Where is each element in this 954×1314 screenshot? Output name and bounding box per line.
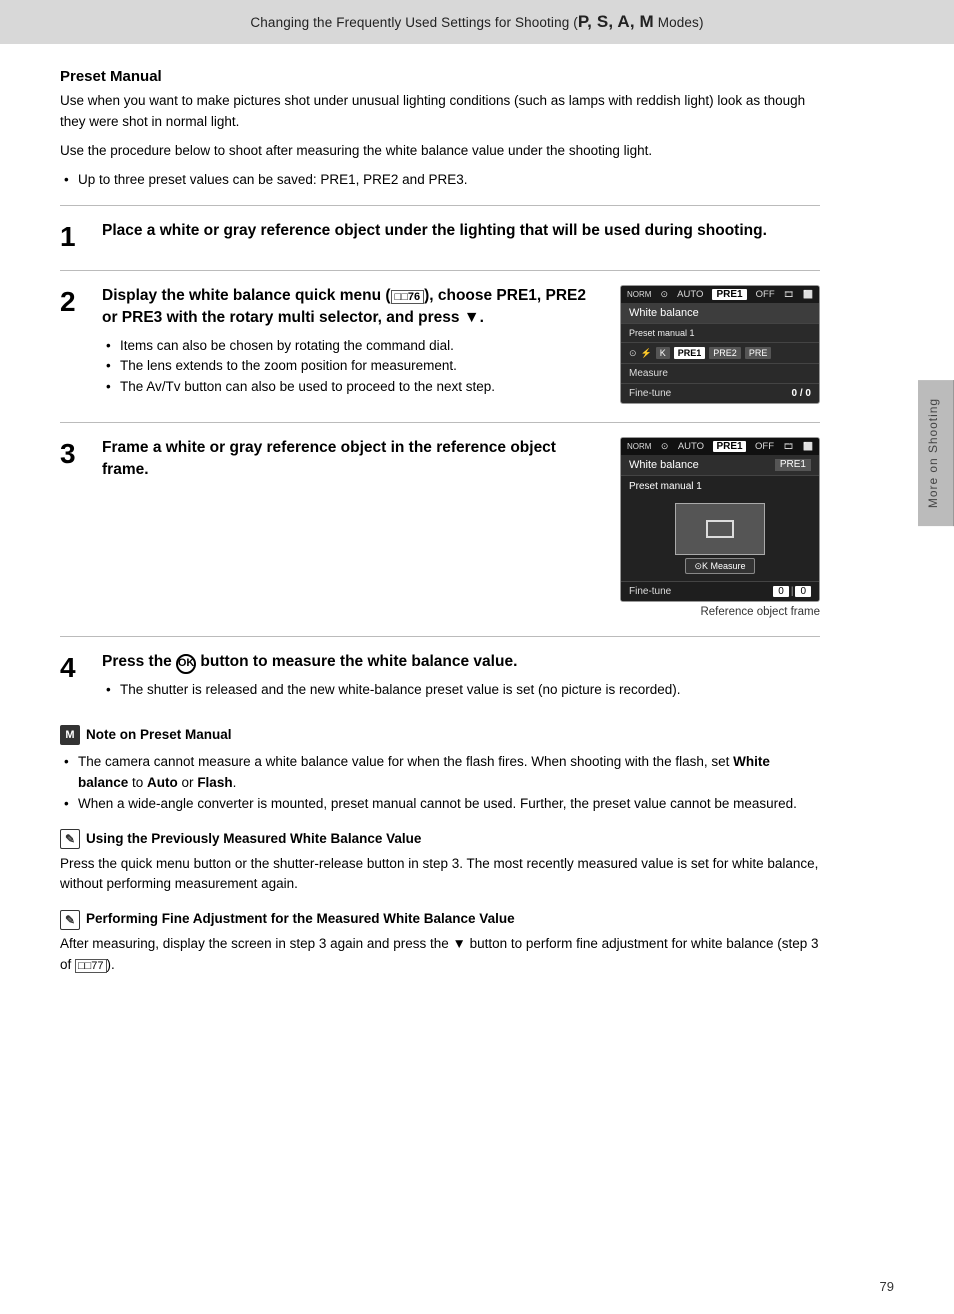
step-4-number: 4 <box>60 651 88 684</box>
section-bullets: Up to three preset values can be saved: … <box>60 170 820 191</box>
divider-4 <box>60 636 820 637</box>
step-4-bullet-1: The shutter is released and the new whit… <box>102 680 820 701</box>
page-number: 79 <box>880 1279 894 1294</box>
tip-using-title: Using the Previously Measured White Bala… <box>86 829 421 850</box>
cam-finetune-row: Fine-tune 0 / 0 <box>621 383 819 403</box>
step-3-title: Frame a white or gray reference object i… <box>102 437 600 480</box>
cam-pre3-option: PRE <box>745 347 772 359</box>
step-3-number: 3 <box>60 437 88 470</box>
step-3: 3 Frame a white or gray reference object… <box>60 437 820 618</box>
step-4-bullets: The shutter is released and the new whit… <box>102 680 820 701</box>
tip-using: ✎ Using the Previously Measured White Ba… <box>60 829 820 896</box>
bullet-item: Up to three preset values can be saved: … <box>60 170 820 191</box>
step-2-title: Display the white balance quick menu (□□… <box>102 285 600 329</box>
cam2-reference-frame <box>675 503 765 555</box>
step-2-with-image: Display the white balance quick menu (□□… <box>102 285 820 404</box>
step-2-content: Display the white balance quick menu (□□… <box>102 285 820 404</box>
cam-k-option: K <box>656 347 670 359</box>
step-2: 2 Display the white balance quick menu (… <box>60 285 820 404</box>
step-3-with-image: Frame a white or gray reference object i… <box>102 437 820 618</box>
section-intro2: Use the procedure below to shoot after m… <box>60 141 820 162</box>
note-preset-bullet-1: The camera cannot measure a white balanc… <box>60 752 820 794</box>
cam-menu-title-step2: White balance <box>621 303 819 323</box>
step-4-content: Press the OK button to measure the white… <box>102 651 820 706</box>
note-preset-bullet-2: When a wide-angle converter is mounted, … <box>60 794 820 815</box>
step-2-bullets: Items can also be chosen by rotating the… <box>102 336 600 399</box>
step-3-text: Frame a white or gray reference object i… <box>102 437 600 486</box>
cam-bottom-rows-step2: Measure Fine-tune 0 / 0 <box>621 363 819 403</box>
tip-using-text: Press the quick menu button or the shutt… <box>60 854 820 896</box>
tip-fine-title: Performing Fine Adjustment for the Measu… <box>86 909 515 930</box>
cam-pre2-option: PRE2 <box>709 347 741 359</box>
note-preset-manual: M Note on Preset Manual The camera canno… <box>60 725 820 815</box>
cam2-inner-frame <box>706 520 734 538</box>
cam2-menu-title: White balance PRE1 <box>621 455 819 475</box>
cam-preset-row-step2: Preset manual 1 <box>621 323 819 342</box>
main-content: Preset Manual Use when you want to make … <box>0 44 880 1030</box>
step-3-content: Frame a white or gray reference object i… <box>102 437 820 618</box>
step-2-bullet-2: The lens extends to the zoom position fo… <box>102 356 600 377</box>
cam2-top: NORM ⊙ AUTO PRE1 OFF 🎞 ⬜ <box>621 438 819 455</box>
note-preset-bullets: The camera cannot measure a white balanc… <box>60 752 820 815</box>
divider-3 <box>60 422 820 423</box>
cam2-finetune: Fine-tune 0 | 0 <box>621 581 819 601</box>
tip-using-header: ✎ Using the Previously Measured White Ba… <box>60 829 820 850</box>
tip-fine-header: ✎ Performing Fine Adjustment for the Mea… <box>60 909 820 930</box>
note-icon: M <box>60 725 80 745</box>
pencil-icon-2: ✎ <box>60 910 80 930</box>
ok-button-symbol: OK <box>176 654 196 674</box>
note-preset-title: Note on Preset Manual <box>86 725 232 746</box>
tip-fine-text: After measuring, display the screen in s… <box>60 934 820 976</box>
step-4: 4 Press the OK button to measure the whi… <box>60 651 820 706</box>
cam-preset-options-step2: ⊙ ⚡ K PRE1 PRE2 PRE <box>621 342 819 363</box>
header-suffix: Modes) <box>654 15 704 30</box>
divider-1 <box>60 205 820 206</box>
step-2-bullet-1: Items can also be chosen by rotating the… <box>102 336 600 357</box>
step-4-title: Press the OK button to measure the white… <box>102 651 820 674</box>
step-1: 1 Place a white or gray reference object… <box>60 220 820 253</box>
step-1-number: 1 <box>60 220 88 253</box>
header-modes: P, S, A, M <box>578 12 654 31</box>
cam-top-bar-step2: NORM ⊙ AUTO PRE1 OFF 🎞 ⬜ <box>621 286 819 303</box>
step-2-number: 2 <box>60 285 88 318</box>
sidebar-tab: More on Shooting <box>918 380 954 526</box>
divider-2 <box>60 270 820 271</box>
step-1-content: Place a white or gray reference object u… <box>102 220 820 248</box>
step-2-image: NORM ⊙ AUTO PRE1 OFF 🎞 ⬜ White balance P… <box>620 285 820 404</box>
section-title: Preset Manual <box>60 68 820 85</box>
note-preset-header: M Note on Preset Manual <box>60 725 820 746</box>
step-2-text: Display the white balance quick menu (□□… <box>102 285 600 404</box>
cam-ui-step2: NORM ⊙ AUTO PRE1 OFF 🎞 ⬜ White balance P… <box>620 285 820 404</box>
section-intro1: Use when you want to make pictures shot … <box>60 91 820 133</box>
cam-pre1-option: PRE1 <box>674 347 706 359</box>
cam2-measure-button: ⊙K Measure <box>685 558 754 574</box>
pencil-icon-1: ✎ <box>60 829 80 849</box>
cam2-preset-section: Preset manual 1 ⊙K Measure <box>621 475 819 581</box>
reference-object-frame-label: Reference object frame <box>620 606 820 618</box>
step-2-bullet-3: The Av/Tv button can also be used to pro… <box>102 377 600 398</box>
header-text: Changing the Frequently Used Settings fo… <box>250 15 577 30</box>
step-3-image: NORM ⊙ AUTO PRE1 OFF 🎞 ⬜ White balance P… <box>620 437 820 618</box>
page-header: Changing the Frequently Used Settings fo… <box>0 0 954 44</box>
cam-ui-step3: NORM ⊙ AUTO PRE1 OFF 🎞 ⬜ White balance P… <box>620 437 820 602</box>
tip-fine: ✎ Performing Fine Adjustment for the Mea… <box>60 909 820 976</box>
step-1-title: Place a white or gray reference object u… <box>102 220 820 242</box>
cam-measure-row: Measure <box>621 363 819 383</box>
